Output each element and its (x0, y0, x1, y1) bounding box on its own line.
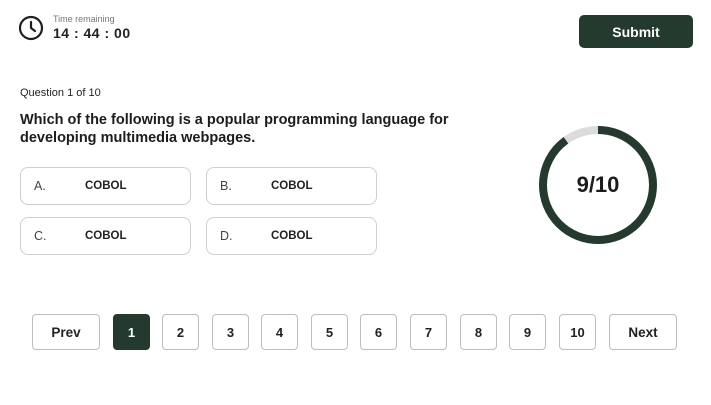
timer-value: 14 : 44 : 00 (53, 25, 131, 41)
page-button-5[interactable]: 5 (311, 314, 348, 350)
option-letter: D. (220, 229, 233, 243)
progress-label: 9/10 (576, 172, 620, 197)
option-text: COBOL (85, 230, 127, 242)
option-text: COBOL (271, 180, 313, 192)
prev-button[interactable]: Prev (32, 314, 100, 350)
page-button-8[interactable]: 8 (460, 314, 497, 350)
option-c[interactable]: C. COBOL (20, 217, 191, 255)
page-button-1[interactable]: 1 (113, 314, 150, 350)
page-button-6[interactable]: 6 (360, 314, 397, 350)
timer-text: Time remaining 14 : 44 : 00 (53, 14, 131, 41)
page-button-10[interactable]: 10 (559, 314, 596, 350)
progress-ring: 9/10 (536, 123, 660, 247)
option-a[interactable]: A. COBOL (20, 167, 191, 205)
page-button-4[interactable]: 4 (261, 314, 298, 350)
option-letter: A. (34, 179, 46, 193)
pagination: Prev 1 2 3 4 5 6 7 8 9 10 Next (0, 314, 711, 350)
clock-icon (18, 15, 44, 40)
timer: Time remaining 14 : 44 : 00 (18, 14, 131, 41)
option-letter: C. (34, 229, 47, 243)
option-b[interactable]: B. COBOL (206, 167, 377, 205)
timer-caption: Time remaining (53, 14, 115, 24)
option-letter: B. (220, 179, 232, 193)
option-text: COBOL (271, 230, 313, 242)
next-button[interactable]: Next (609, 314, 677, 350)
page-button-2[interactable]: 2 (162, 314, 199, 350)
question-text: Which of the following is a popular prog… (20, 112, 449, 146)
option-text: COBOL (85, 180, 127, 192)
page-button-9[interactable]: 9 (509, 314, 546, 350)
submit-button[interactable]: Submit (579, 15, 693, 48)
page-button-7[interactable]: 7 (410, 314, 447, 350)
option-d[interactable]: D. COBOL (206, 217, 377, 255)
page-button-3[interactable]: 3 (212, 314, 249, 350)
question-counter: Question 1 of 10 (20, 87, 101, 99)
